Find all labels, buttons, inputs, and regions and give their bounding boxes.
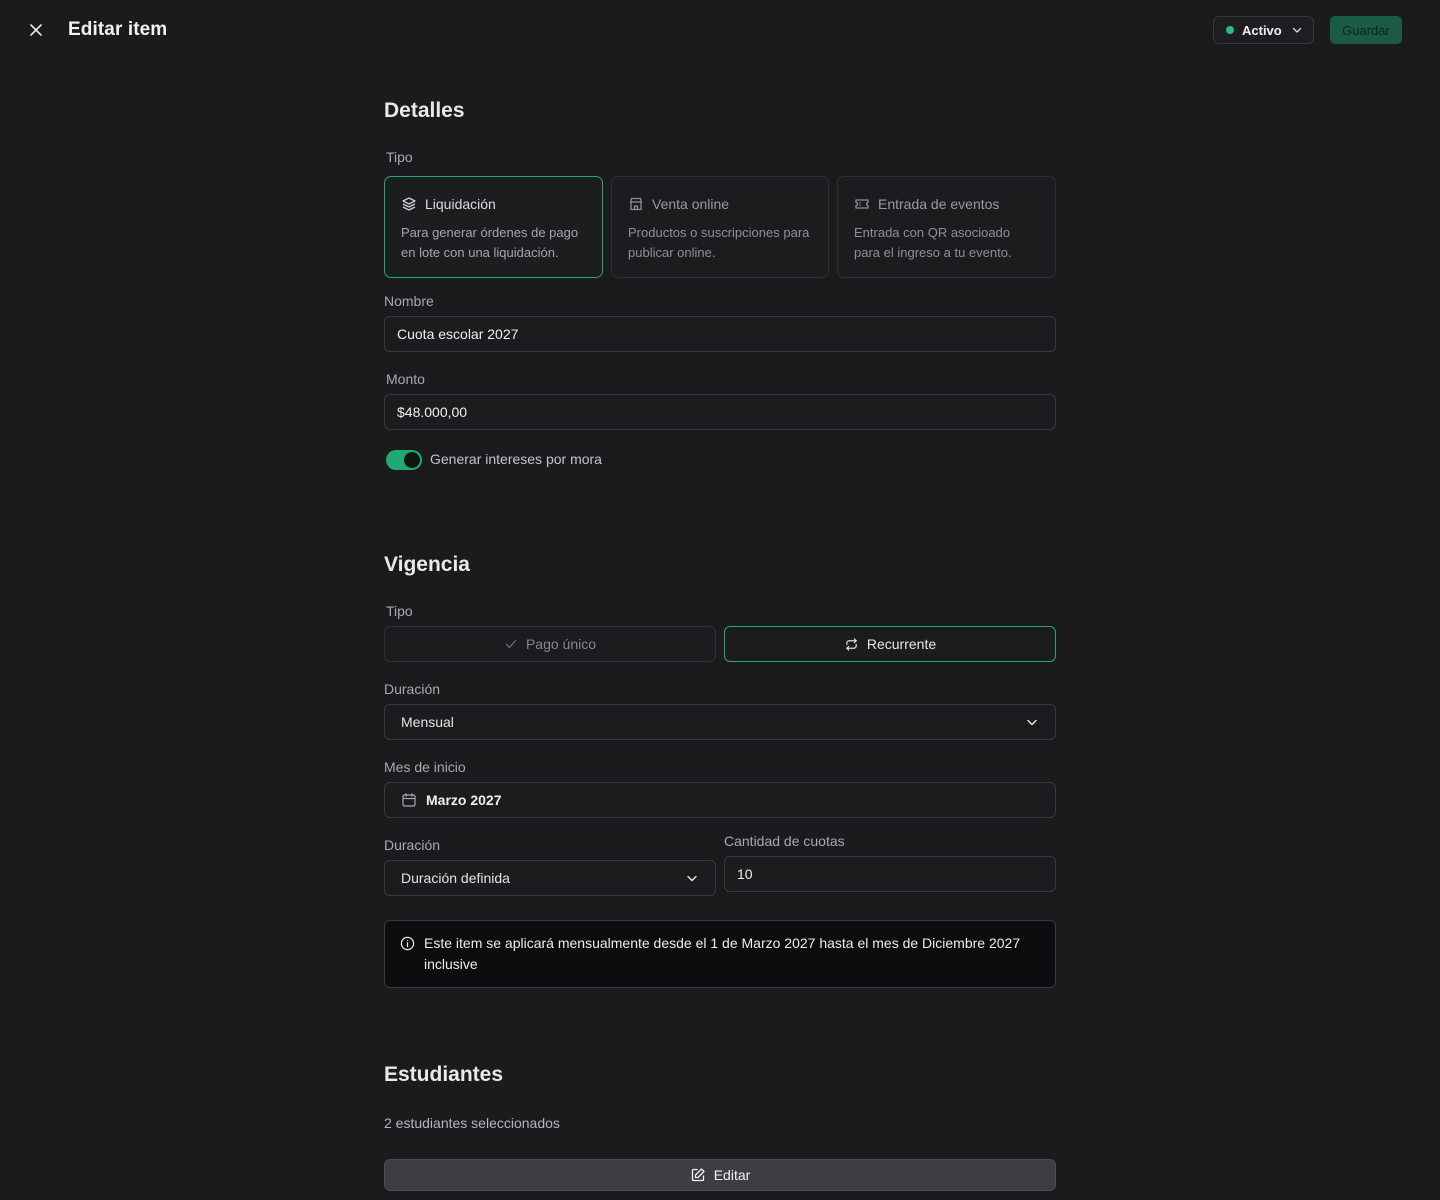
students-count: 2 estudiantes seleccionados: [384, 1115, 560, 1131]
status-dot: [1226, 26, 1234, 34]
interest-toggle[interactable]: [386, 450, 422, 470]
section-title-validity: Vigencia: [384, 553, 470, 576]
status-dropdown[interactable]: Activo: [1213, 16, 1314, 44]
option-label: Pago único: [525, 636, 597, 652]
calendar-icon: [401, 792, 417, 808]
close-button[interactable]: [24, 18, 48, 42]
option-label: Recurrente: [866, 636, 937, 652]
start-month-picker[interactable]: Marzo 2027: [384, 782, 1056, 818]
type-card-description: Para generar órdenes de pago en lote con…: [401, 225, 579, 260]
option-recurrente[interactable]: Recurrente: [724, 626, 1056, 662]
repeat-icon: [844, 637, 859, 652]
ticket-icon: [854, 196, 870, 212]
amount-input[interactable]: $48.000,00: [384, 394, 1056, 430]
close-icon: [29, 23, 43, 37]
type-card-liquidacion[interactable]: Liquidación Para generar órdenes de pago…: [384, 176, 603, 278]
edit-label: Editar: [713, 1167, 751, 1183]
type-card-title: Liquidación: [425, 196, 496, 212]
type-card-description: Entrada con QR asocioado para el ingreso…: [854, 225, 1012, 260]
frequency-select[interactable]: Mensual: [384, 704, 1056, 740]
info-text: Este item se aplicará mensualmente desde…: [424, 935, 1021, 972]
option-pago-unico[interactable]: Pago único: [384, 626, 716, 662]
save-button[interactable]: Guardar: [1330, 16, 1402, 44]
section-title-details: Detalles: [384, 99, 465, 122]
type-card-entrada-eventos[interactable]: Entrada de eventos Entrada con QR asocio…: [837, 176, 1056, 278]
type-card-title: Entrada de eventos: [878, 196, 1000, 212]
chevron-down-icon: [685, 871, 699, 885]
duration-label: Duración: [384, 837, 441, 853]
header: Editar item Activo Guardar: [0, 0, 1440, 60]
type-card-title: Venta online: [652, 196, 730, 212]
info-icon: [400, 936, 415, 987]
store-icon: [628, 196, 644, 212]
info-box: Este item se aplicará mensualmente desde…: [384, 920, 1056, 988]
edit-students-button[interactable]: Editar: [384, 1159, 1056, 1191]
chevron-down-icon: [1291, 24, 1303, 36]
name-label: Nombre: [384, 293, 434, 309]
validity-type-label: Tipo: [386, 603, 413, 619]
installments-label: Cantidad de cuotas: [724, 833, 845, 849]
type-card-venta-online[interactable]: Venta online Productos o suscripciones p…: [611, 176, 829, 278]
edit-icon: [690, 1167, 706, 1183]
frequency-value: Mensual: [401, 714, 454, 730]
layers-icon: [401, 196, 417, 212]
duration-select[interactable]: Duración definida: [384, 860, 716, 896]
start-month-label: Mes de inicio: [384, 759, 466, 775]
amount-label: Monto: [386, 371, 425, 387]
check-icon: [504, 637, 518, 651]
status-label: Activo: [1242, 22, 1282, 38]
type-card-description: Productos o suscripciones para publicar …: [628, 225, 810, 260]
details-type-label: Tipo: [386, 149, 413, 165]
duration-value: Duración definida: [401, 870, 510, 886]
start-month-value: Marzo 2027: [426, 792, 502, 808]
interest-toggle-label: Generar intereses por mora: [430, 451, 602, 467]
toggle-knob: [404, 452, 420, 468]
chevron-down-icon: [1025, 715, 1039, 729]
installments-input[interactable]: 10: [724, 856, 1056, 892]
page-title: Editar item: [68, 19, 168, 40]
name-input[interactable]: Cuota escolar 2027: [384, 316, 1056, 352]
section-title-students: Estudiantes: [384, 1063, 504, 1086]
frequency-label: Duración: [384, 681, 441, 697]
